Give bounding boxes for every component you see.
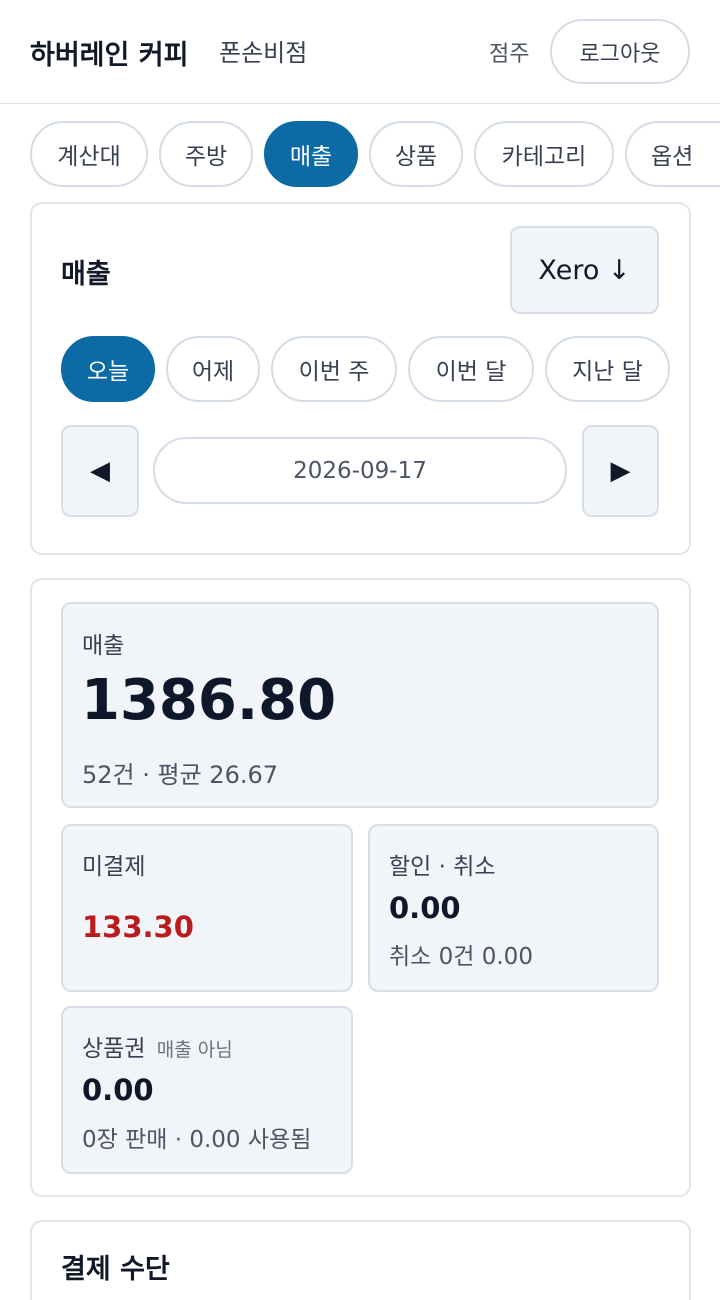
tab-kitchen[interactable]: 주방 — [159, 121, 253, 187]
discount-value: 0.00 — [389, 891, 461, 925]
user-role: 점주 — [489, 42, 530, 67]
tab-sales[interactable]: 매출 — [264, 121, 358, 187]
voucher-value: 0.00 — [82, 1073, 154, 1107]
voucher-label: 상품권 매출 아님 — [82, 1029, 233, 1063]
sales-total-detail: 52건 · 평균 26.67 — [82, 761, 279, 789]
logout-button[interactable]: 로그아웃 — [550, 19, 690, 84]
unpaid-label: 미결제 — [82, 854, 146, 880]
voucher-title: 상품권 — [82, 1036, 146, 1062]
payment-methods-title: 결제 수단 — [61, 1254, 170, 1285]
range-last-month[interactable]: 지난 달 — [545, 336, 670, 402]
sales-total-label: 매출 — [82, 633, 125, 659]
discount-detail: 취소 0건 0.00 — [389, 944, 533, 970]
app-header: 하버레인 커피 폰손비점 점주 로그아웃 — [0, 0, 720, 104]
discount-label: 할인 · 취소 — [389, 854, 496, 880]
range-this-month[interactable]: 이번 달 — [408, 336, 534, 402]
range-this-week[interactable]: 이번 주 — [271, 336, 397, 402]
triangle-right-icon: ▶ — [610, 456, 631, 486]
tab-pos[interactable]: 계산대 — [30, 121, 148, 187]
unpaid-value: 133.30 — [82, 910, 194, 944]
date-field[interactable]: 2026-09-17 — [153, 437, 567, 504]
sales-total-value: 1386.80 — [81, 668, 337, 733]
brand-name: 하버레인 커피 — [30, 40, 189, 71]
tab-categories[interactable]: 카테고리 — [474, 121, 614, 187]
tab-products[interactable]: 상품 — [369, 121, 463, 187]
prev-date-button[interactable]: ◀ — [61, 425, 139, 517]
voucher-note: 매출 아님 — [156, 1039, 233, 1061]
voucher-detail: 0장 판매 · 0.00 사용됨 — [82, 1127, 312, 1153]
next-date-button[interactable]: ▶ — [582, 425, 659, 517]
tab-options[interactable]: 옵션 — [625, 121, 720, 187]
sales-title: 매출 — [61, 259, 111, 290]
range-today[interactable]: 오늘 — [61, 336, 155, 402]
triangle-left-icon: ◀ — [90, 456, 110, 486]
xero-export-button[interactable]: Xero ↓ — [510, 226, 659, 314]
range-yesterday[interactable]: 어제 — [166, 336, 260, 402]
store-name: 폰손비점 — [219, 39, 308, 67]
